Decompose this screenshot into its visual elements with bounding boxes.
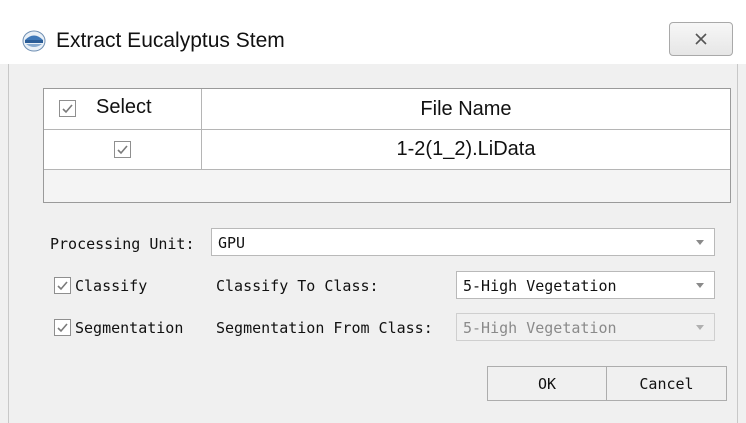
check-icon (57, 323, 68, 333)
table-row[interactable]: 1-2(1_2).LiData (44, 130, 730, 170)
classify-label: Classify (75, 277, 148, 295)
cancel-button[interactable]: Cancel (606, 366, 727, 401)
select-column-header: Select (44, 89, 202, 129)
processing-unit-value: GPU (218, 234, 246, 252)
classify-to-class-select[interactable]: 5-High Vegetation (456, 271, 715, 299)
check-icon (62, 104, 73, 114)
segmentation-from-class-label: Segmentation From Class: (216, 319, 433, 337)
classify-to-class-label: Classify To Class: (216, 277, 379, 295)
chevron-down-icon (696, 283, 704, 288)
chevron-down-icon (696, 240, 704, 245)
processing-unit-label: Processing Unit: (50, 235, 195, 253)
check-icon (117, 145, 128, 155)
ok-button[interactable]: OK (487, 366, 607, 401)
close-icon (695, 33, 707, 45)
file-name-column-header: File Name (420, 97, 512, 120)
app-logo-icon (22, 29, 46, 53)
file-table: Select File Name 1-2(1_2).LiData (43, 88, 731, 203)
close-button[interactable] (669, 22, 733, 56)
select-column-label: Select (96, 96, 152, 118)
segmentation-checkbox[interactable] (54, 319, 71, 336)
processing-unit-select[interactable]: GPU (211, 228, 715, 256)
check-icon (57, 281, 68, 291)
extract-eucalyptus-stem-dialog: Extract Eucalyptus Stem Select File Name (0, 0, 746, 423)
classify-checkbox[interactable] (54, 277, 71, 294)
segmentation-from-class-value: 5-High Vegetation (463, 319, 617, 337)
row-select-cell (44, 130, 202, 169)
table-header: Select File Name (44, 89, 730, 130)
window-title: Extract Eucalyptus Stem (56, 29, 285, 52)
title-bar: Extract Eucalyptus Stem (0, 0, 746, 64)
chevron-down-icon (696, 325, 704, 330)
classify-to-class-value: 5-High Vegetation (463, 277, 617, 295)
select-all-checkbox[interactable] (59, 100, 76, 117)
row-select-checkbox[interactable] (114, 141, 131, 158)
table-empty-area (44, 170, 730, 202)
segmentation-label: Segmentation (75, 319, 184, 337)
dialog-body: Select File Name 1-2(1_2).LiData Process… (8, 64, 738, 423)
row-file-name: 1-2(1_2).LiData (396, 138, 536, 160)
segmentation-from-class-select[interactable]: 5-High Vegetation (456, 313, 715, 341)
